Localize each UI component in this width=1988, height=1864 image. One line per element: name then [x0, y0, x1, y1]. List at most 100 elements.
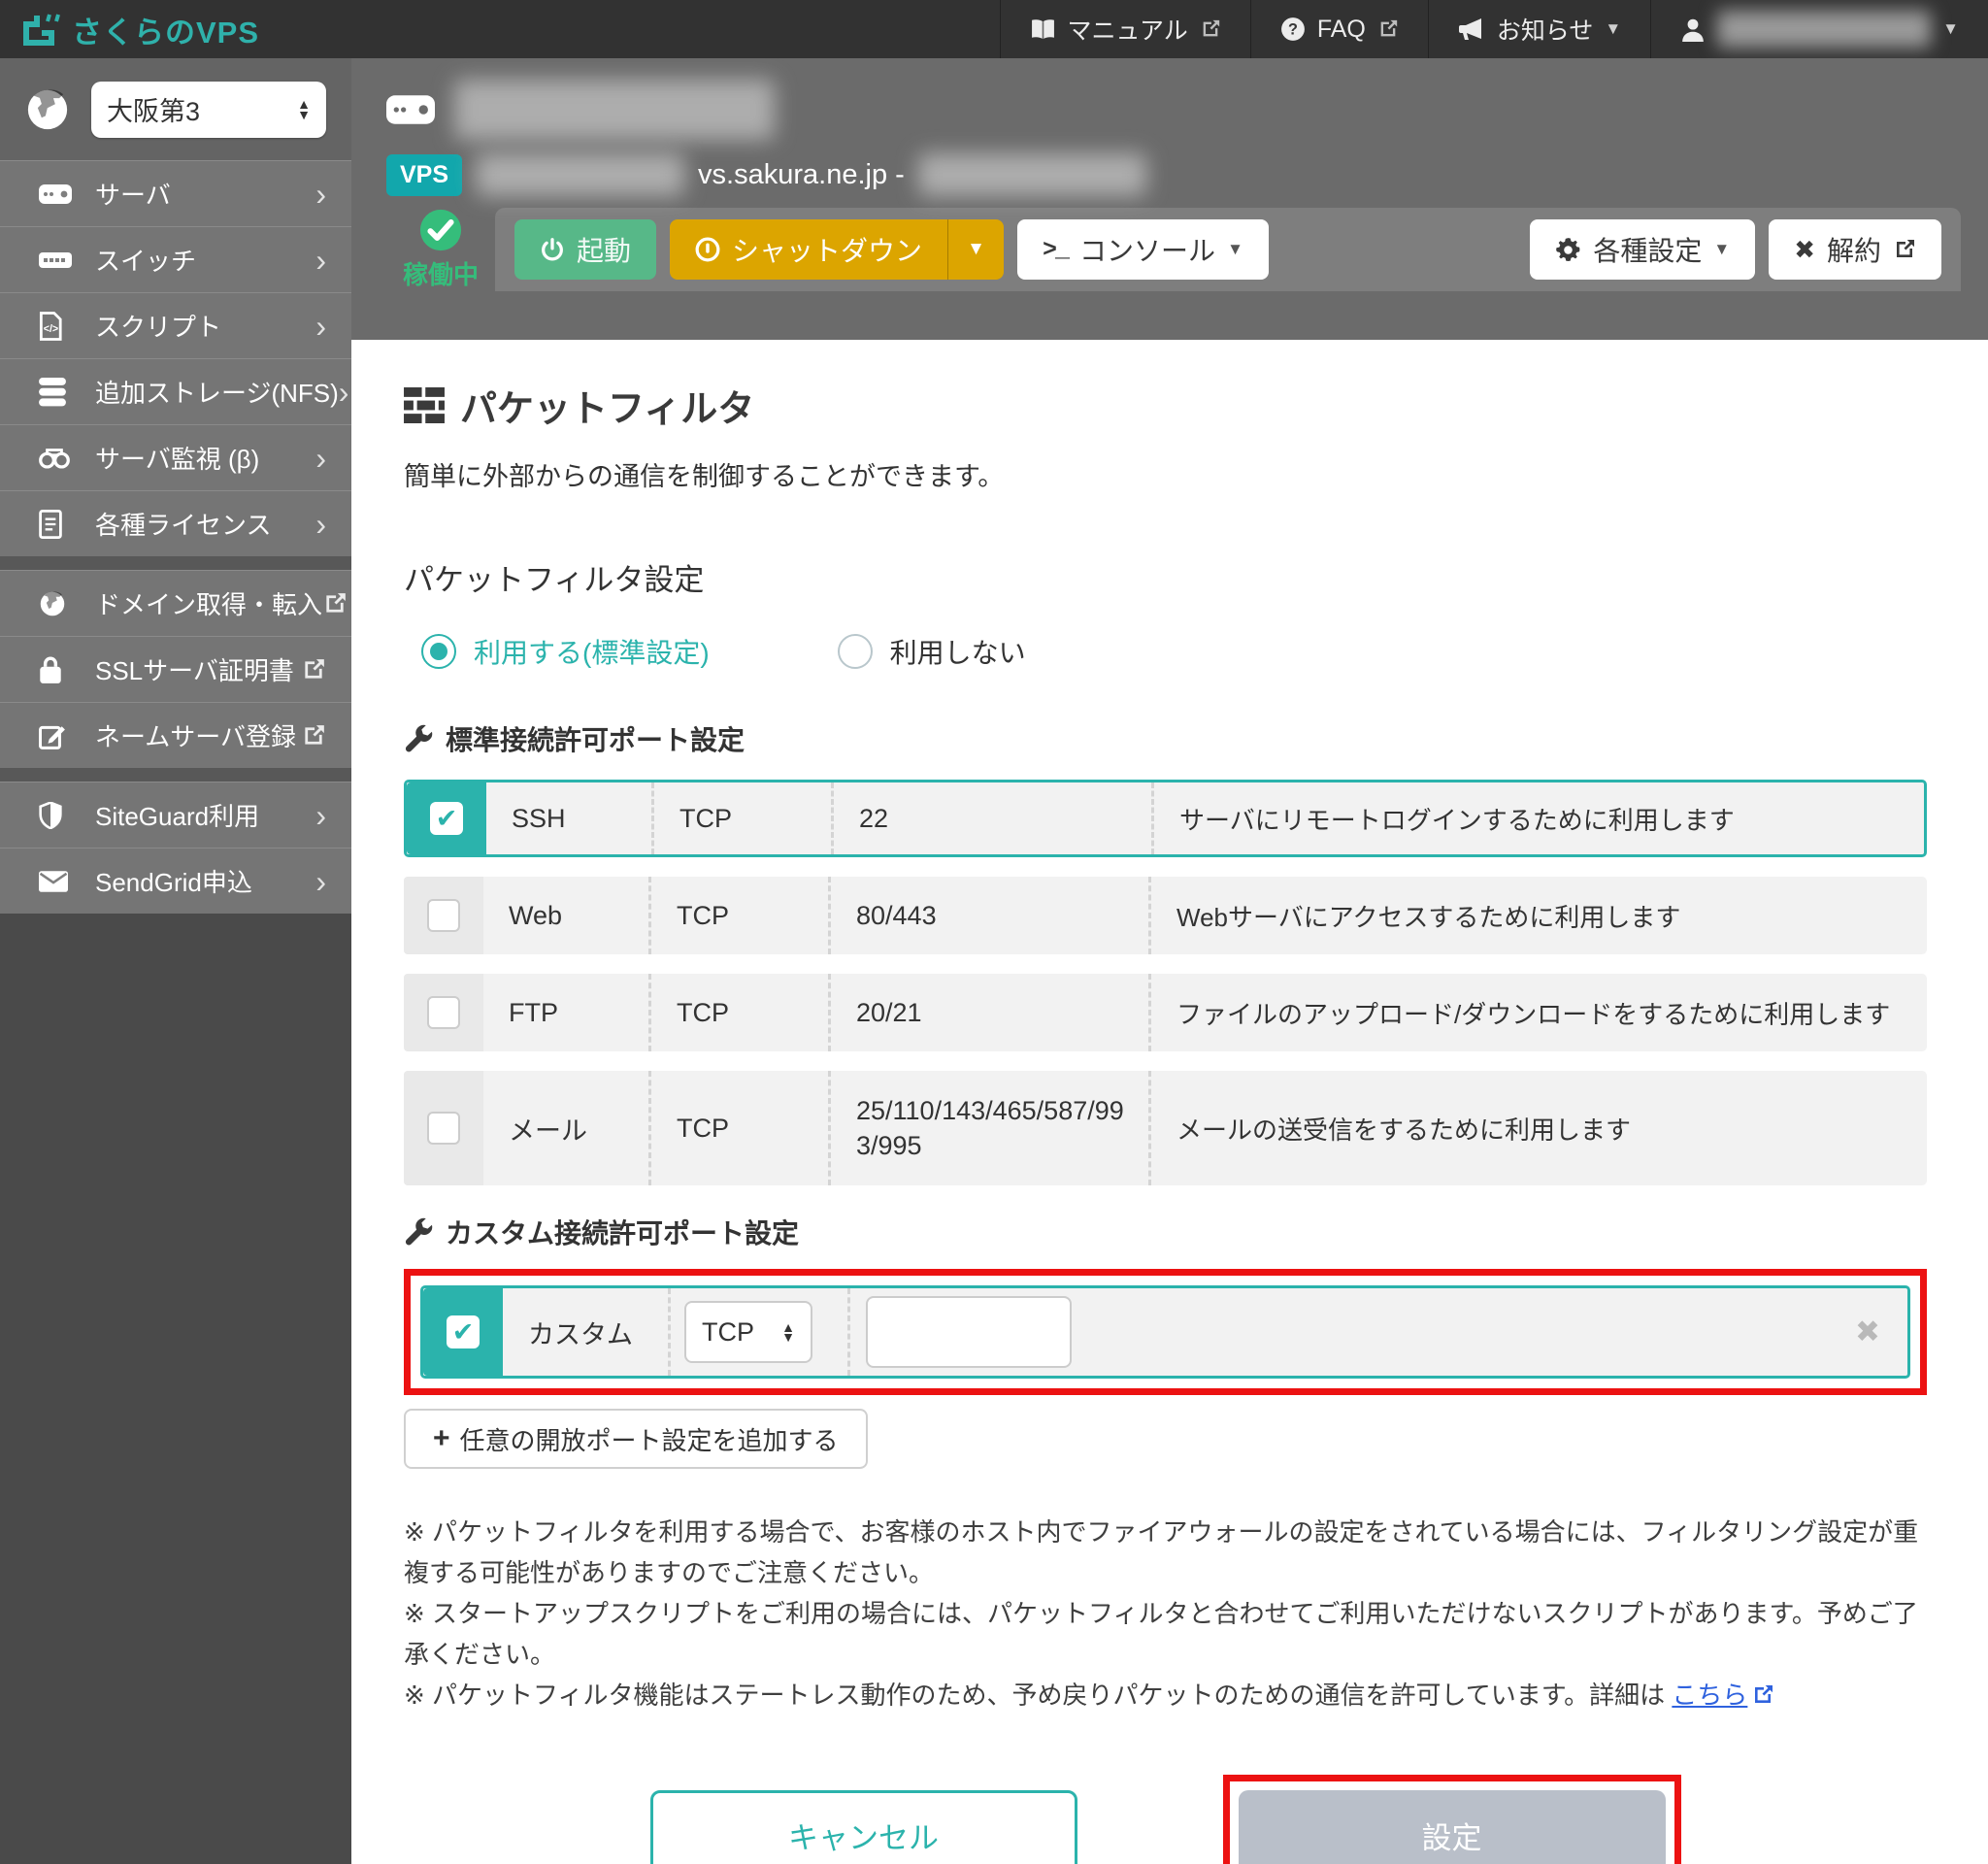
start-button-label: 起動 [577, 230, 631, 269]
sidebar-item-switch[interactable]: スイッチ › [0, 226, 351, 292]
chevron-down-icon: ▼ [1227, 240, 1243, 259]
sidebar-item-domain[interactable]: ドメイン取得・転入 [0, 570, 351, 636]
port-row-web: Web TCP 80/443 Webサーバにアクセスするために利用します [404, 877, 1927, 954]
redacted-username [1717, 11, 1931, 48]
shutdown-button[interactable]: シャットダウン [670, 219, 947, 280]
radio-circle [838, 634, 873, 669]
news-menu[interactable]: お知らせ ▼ [1428, 0, 1650, 58]
port-description: メールの送受信をするために利用します [1148, 1071, 1927, 1185]
sidebar-item-ssl-certificate[interactable]: SSLサーバ証明書 [0, 636, 351, 702]
custom-port-row: ✔ カスタム TCP ▲▼ ✖ [420, 1285, 1910, 1379]
remove-row-icon[interactable]: ✖ [1855, 1315, 1880, 1349]
chevron-down-icon: ▼ [1605, 19, 1621, 39]
standard-ports-heading: 標準接続許可ポート設定 [446, 719, 745, 758]
console-button[interactable]: >_ コンソール ▼ [1017, 219, 1269, 280]
hostname-suffix: vs.sakura.ne.jp - [698, 159, 905, 191]
manual-link[interactable]: マニュアル [1000, 0, 1250, 58]
checkbox-cell [404, 877, 483, 954]
sidebar-item-sendgrid[interactable]: SendGrid申込 › [0, 848, 351, 914]
sakura-logo-icon [21, 12, 60, 47]
custom-checkbox[interactable]: ✔ [447, 1315, 480, 1348]
start-button[interactable]: 起動 [514, 219, 656, 280]
sidebar-item-server-monitoring[interactable]: サーバ監視 (β) › [0, 424, 351, 490]
custom-row-highlight: ✔ カスタム TCP ▲▼ ✖ [404, 1269, 1927, 1395]
port-row-ftp: FTP TCP 20/21 ファイルのアップロード/ダウンロードをするために利用… [404, 974, 1927, 1051]
sidebar-menu-main: サーバ › スイッチ › </> スクリプト › [0, 160, 351, 556]
shield-icon [39, 802, 78, 829]
cancel-button[interactable]: キャンセル [650, 1790, 1077, 1864]
submit-button-highlight: 設定 [1223, 1775, 1681, 1864]
terminal-icon: >_ [1043, 236, 1068, 264]
web-checkbox[interactable] [427, 899, 460, 932]
custom-port-input[interactable] [866, 1296, 1072, 1368]
sidebar-divider [0, 768, 351, 782]
sakura-vps-logo[interactable]: さくらのVPS [0, 0, 259, 58]
sidebar-item-licenses[interactable]: 各種ライセンス › [0, 490, 351, 556]
protocol-select[interactable]: TCP ▲▼ [684, 1301, 812, 1363]
protocol: TCP [648, 877, 828, 954]
user-menu[interactable]: ▼ [1650, 0, 1988, 58]
lock-icon [39, 655, 78, 684]
sidebar-item-label: SSLサーバ証明書 [95, 651, 301, 687]
stop-icon [695, 237, 720, 262]
vps-badge: VPS [386, 154, 462, 196]
sidebar-item-nameserver[interactable]: ネームサーバ登録 [0, 702, 351, 768]
question-icon: ? [1280, 17, 1306, 42]
ports: 20/21 [828, 974, 1148, 1051]
chevron-right-icon: › [315, 866, 326, 897]
sidebar-item-server[interactable]: サーバ › [0, 160, 351, 226]
port-description: サーバにリモートログインするために利用します [1151, 782, 1924, 854]
server-toolbar: 起動 シャットダウン ▼ [495, 208, 1961, 291]
topbar: さくらのVPS マニュアル ? FAQ [0, 0, 1988, 58]
protocol: TCP [648, 1071, 828, 1185]
form-actions: キャンセル 設定 [404, 1775, 1927, 1864]
external-link-icon [322, 591, 348, 616]
redacted-server-title [454, 80, 775, 140]
submit-button[interactable]: 設定 [1239, 1790, 1666, 1864]
chevron-right-icon: › [339, 377, 349, 408]
switch-icon [39, 252, 78, 268]
sidebar-menu-services: SiteGuard利用 › SendGrid申込 › [0, 782, 351, 914]
manual-label: マニュアル [1068, 12, 1188, 47]
chevron-down-icon: ▼ [1713, 240, 1730, 259]
chevron-right-icon: › [315, 179, 326, 210]
service-name: メール [483, 1071, 648, 1185]
logo-text: さくらのVPS [72, 8, 259, 51]
sidebar-item-siteguard[interactable]: SiteGuard利用 › [0, 782, 351, 848]
sidebar-item-label: SendGrid申込 [95, 863, 315, 899]
add-port-button[interactable]: + 任意の開放ポート設定を追加する [404, 1409, 868, 1469]
book-icon [1030, 18, 1056, 41]
chevron-down-icon: ▼ [1942, 19, 1959, 39]
envelope-icon [39, 871, 78, 892]
faq-link[interactable]: ? FAQ [1250, 0, 1428, 58]
sidebar-item-label: サーバ監視 (β) [95, 440, 315, 476]
shutdown-dropdown-toggle[interactable]: ▼ [947, 219, 1004, 280]
external-link-icon[interactable] [1751, 1683, 1774, 1707]
storage-icon [39, 378, 78, 407]
user-icon [1680, 17, 1706, 42]
mail-checkbox[interactable] [427, 1112, 460, 1145]
cancel-contract-button[interactable]: ✖ 解約 [1769, 219, 1941, 280]
sidebar-item-additional-storage[interactable]: 追加ストレージ(NFS) › [0, 358, 351, 424]
sidebar-item-label: ネームサーバ登録 [95, 717, 301, 753]
sidebar-item-script[interactable]: </> スクリプト › [0, 292, 351, 358]
console-button-label: コンソール [1079, 230, 1215, 269]
radio-no-filter[interactable]: 利用しない [838, 632, 1026, 671]
region-select[interactable]: 大阪第3 ▲▼ [91, 82, 326, 138]
ftp-checkbox[interactable] [427, 996, 460, 1029]
sidebar-item-label: サーバ [95, 176, 315, 212]
sidebar-item-label: スイッチ [95, 242, 315, 278]
wrench-icon [404, 724, 433, 753]
packet-filter-page: パケットフィルタ 簡単に外部からの通信を制御することができます。 パケットフィル… [351, 340, 1988, 1864]
row-actions: ✖ [1168, 1288, 1907, 1376]
gear-icon [1555, 237, 1581, 263]
settings-dropdown-button[interactable]: 各種設定 ▼ [1530, 219, 1755, 280]
svg-text:?: ? [1288, 20, 1298, 38]
ssh-checkbox[interactable]: ✔ [430, 802, 463, 835]
details-link[interactable]: こちら [1672, 1681, 1747, 1710]
port-description: Webサーバにアクセスするために利用します [1148, 877, 1927, 954]
service-name: カスタム [503, 1288, 668, 1376]
notes: ※ パケットフィルタを利用する場合で、お客様のホスト内でファイアウォールの設定を… [404, 1512, 1927, 1716]
radio-use-filter[interactable]: 利用する(標準設定) [421, 632, 710, 671]
external-link-icon [1200, 18, 1221, 40]
